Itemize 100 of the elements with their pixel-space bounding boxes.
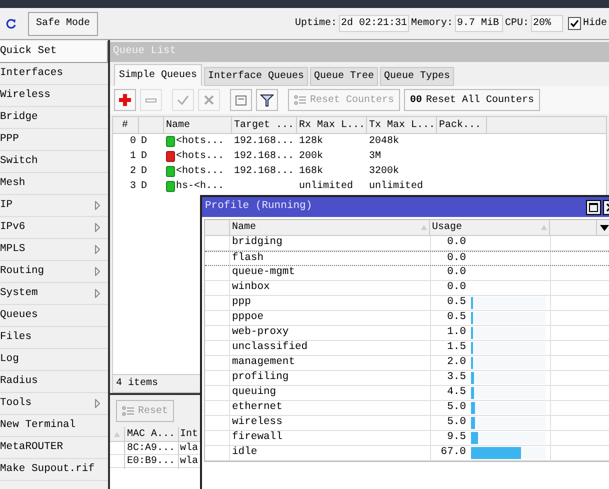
table-cell-text: D [140,165,148,179]
table-cell: wla [178,454,198,468]
maximize-button[interactable] [586,200,601,214]
uptime-label: Uptime: [294,16,337,31]
plus-icon [118,93,132,107]
sidebar-item[interactable]: Radius [0,371,108,393]
tab[interactable]: Queue Types [380,67,454,86]
cpu-label: CPU: [504,17,529,31]
sidebar-item[interactable]: Mesh [0,173,108,195]
table-row[interactable]: flash 0.0 [205,251,609,266]
maximize-icon [589,202,598,212]
table-cell-text: 3200k [368,164,400,179]
table-cell-text: 192.168... [233,165,296,179]
table-cell-text: 192.168... [233,135,296,149]
table-cell-text: D [140,135,148,149]
dropdown-arrow-icon [600,224,608,230]
column-header[interactable]: # [113,117,139,133]
table-cell-text: unlimited [368,180,424,194]
table-cell-text: 0 [128,135,137,149]
column-header[interactable]: Name [230,220,430,235]
filter-icon [260,93,274,107]
table-row[interactable]: queue-mgmt 0.0 [205,266,609,281]
table-row[interactable]: idle 67.0 [205,446,609,461]
table-cell-text: unlimited [298,180,354,194]
sidebar-item[interactable]: Routing [0,261,108,283]
reset-all-counters-button[interactable]: 00 Reset All Counters [404,89,540,111]
table-cell: wla [178,440,198,456]
table-row[interactable]: firewall 9.5 [205,431,609,446]
sidebar-item[interactable]: PPP [0,129,108,151]
sidebar-item[interactable]: Quick Set [0,41,108,63]
table-cell-text: D [140,150,148,164]
sidebar-item[interactable]: IP [0,195,108,217]
sidebar-item[interactable]: Interfaces [0,63,108,85]
table-row[interactable]: unclassified 1.5 [205,341,609,356]
refresh-icon [5,18,17,30]
column-header[interactable]: Target ... [232,117,297,133]
sidebar-item[interactable]: Wireless [0,85,108,107]
sidebar-item[interactable]: Files [0,327,108,349]
table-cell-text: 128k [298,134,324,149]
hide-checkbox[interactable] [568,17,581,30]
table-cell-text: <hots... [176,164,224,179]
table-cell: 8C:A9... [124,440,178,456]
sidebar-item[interactable]: Make Supout.rif [0,459,108,481]
uptime-field: 2d 02:21:31 [338,15,409,32]
window-title: Profile (Running) [205,199,312,214]
column-header[interactable]: Int [178,426,198,442]
sort-arrow-icon [421,225,427,230]
cpu-field: 20% [530,15,563,32]
list-icon [122,406,134,416]
sidebar-item[interactable]: MetaROUTER [0,437,108,459]
table-row[interactable]: queuing 4.5 [205,386,609,401]
memory-label: Memory: [410,17,453,31]
sidebar-item[interactable]: MPLS [0,239,108,261]
column-header[interactable]: Name [164,117,232,133]
table-row[interactable]: wireless 5.0 [205,416,609,431]
sort-arrow-icon [114,432,120,436]
table-cell-text: 1 [128,150,137,164]
x-icon [202,93,216,107]
table-cell-text: 3M [368,150,382,164]
note-icon [234,93,248,107]
table-cell-text: <hots... [176,134,224,149]
column-header[interactable]: MAC A... [124,426,178,442]
safe-mode-button[interactable]: Safe Mode [28,12,98,36]
table-row[interactable]: management 2.0 [205,356,609,371]
table-row[interactable]: ppp 0.5 [205,296,609,311]
column-header[interactable]: Rx Max L... [297,117,367,133]
sidebar-item[interactable]: Log [0,349,108,371]
table-row[interactable]: profiling 3.5 [205,371,609,386]
comment-button[interactable] [230,89,252,111]
table-cell-text: 192.168... [233,150,296,164]
table-cell-text: 2048k [368,134,400,149]
column-header[interactable]: Tx Max L... [367,117,437,133]
sidebar-item[interactable]: Tools [0,393,108,415]
table-row[interactable]: pppoe 0.5 [205,311,609,326]
hide-label: Hide [582,16,607,31]
column-header[interactable]: Pack... [437,117,487,133]
table-cell-text: hs-<h... [176,180,224,194]
sidebar-item[interactable]: IPv6 [0,217,108,239]
sidebar-item[interactable]: System [0,283,108,305]
sidebar-item[interactable]: Queues [0,305,108,327]
tab[interactable]: Queue Tree [310,67,378,86]
table-cell-text: 200k [298,150,324,164]
sidebar-item[interactable]: Switch [0,151,108,173]
list-icon [294,95,306,105]
sidebar-item[interactable]: Bridge [0,107,108,129]
table-cell-text: 168k [298,164,324,179]
add-button[interactable] [114,89,136,111]
tab[interactable]: Simple Queues [114,64,202,86]
table-cell-text: 2 [128,165,137,179]
column-header[interactable]: Usage [430,220,550,235]
table-cell-text: <hots... [176,150,224,164]
table-row[interactable]: ethernet 5.0 [205,401,609,416]
sidebar-item[interactable]: New Terminal [0,415,108,437]
table-row[interactable]: winbox 0.0 [205,281,609,296]
table-cell-text: D [140,180,148,194]
table-row[interactable]: bridging 0.0 [205,236,609,251]
filter-button[interactable] [256,89,278,111]
check-icon [176,93,190,107]
tab[interactable]: Interface Queues [204,67,308,86]
table-row[interactable]: web-proxy 1.0 [205,326,609,341]
